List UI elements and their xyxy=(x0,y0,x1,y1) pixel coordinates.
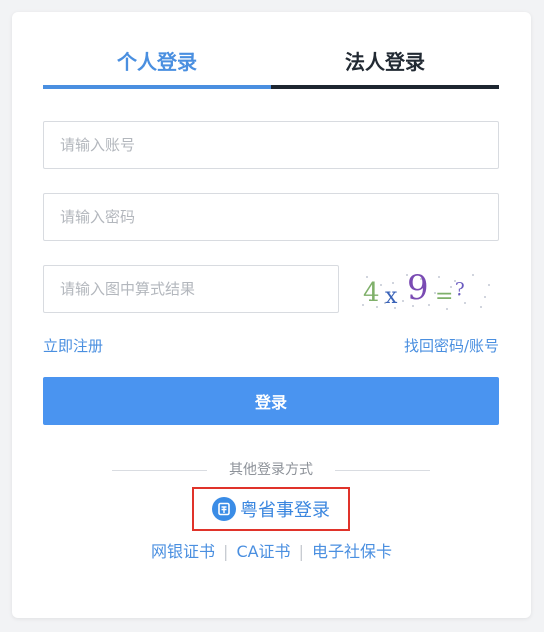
login-card: 个人登录 法人登录 4 x 9 = ? 立即注册 找回密码/账号 登录 xyxy=(12,12,531,618)
svg-text:=: = xyxy=(435,284,453,309)
svg-text:x: x xyxy=(385,284,398,309)
recover-password-link[interactable]: 找回密码/账号 xyxy=(404,335,499,356)
register-link[interactable]: 立即注册 xyxy=(43,335,103,356)
other-methods-divider: 其他登录方式 xyxy=(112,461,430,479)
account-input[interactable] xyxy=(43,121,499,169)
svg-text:4: 4 xyxy=(363,278,380,308)
yueshengshi-icon xyxy=(212,497,236,521)
alt-login-links: 网银证书 | CA证书 | 电子社保卡 xyxy=(12,538,531,562)
password-input[interactable] xyxy=(43,193,499,241)
tab-personal-login[interactable]: 个人登录 xyxy=(43,42,271,89)
captcha-image[interactable]: 4 x 9 = ? xyxy=(355,265,495,313)
separator: | xyxy=(223,542,229,561)
tab-legal-login[interactable]: 法人登录 xyxy=(271,42,499,89)
separator: | xyxy=(298,542,304,561)
login-tabs: 个人登录 法人登录 xyxy=(43,42,499,89)
divider-line-right xyxy=(335,470,430,471)
ca-certificate-link[interactable]: CA证书 xyxy=(236,542,290,561)
login-button[interactable]: 登录 xyxy=(43,377,499,425)
yueshengshi-login-label: 粤省事登录 xyxy=(240,500,330,521)
social-security-card-link[interactable]: 电子社保卡 xyxy=(312,542,392,561)
yueshengshi-login-button[interactable]: 粤省事登录 xyxy=(192,487,350,531)
svg-text:9: 9 xyxy=(407,268,429,308)
captcha-image-graphic: 4 x 9 = ? xyxy=(362,268,490,310)
bank-certificate-link[interactable]: 网银证书 xyxy=(151,542,215,561)
captcha-input[interactable] xyxy=(43,265,339,313)
svg-text:?: ? xyxy=(455,279,465,300)
